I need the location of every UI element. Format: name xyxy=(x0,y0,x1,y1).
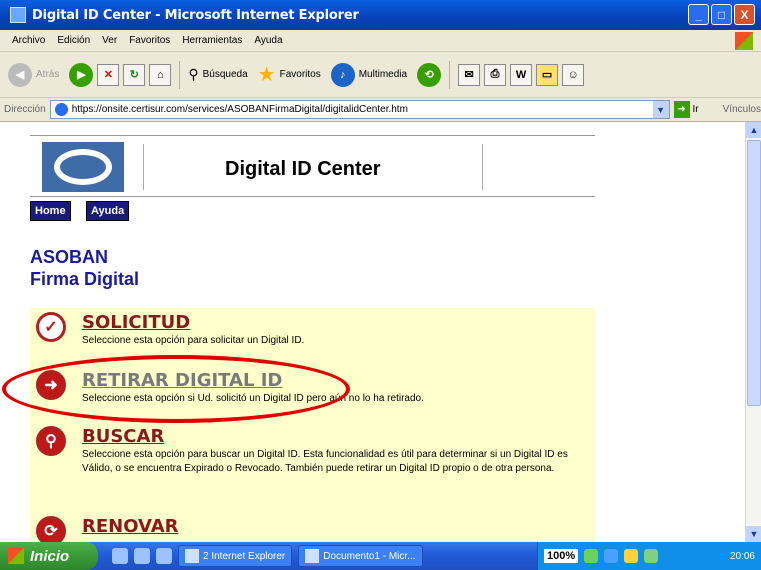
network-icon[interactable] xyxy=(584,549,599,563)
scroll-up-icon[interactable]: ▲ xyxy=(746,122,761,138)
toolbar: ◀ Atrás ▶ ✕ ↻ ⌂ ⚲ Búsqueda ★ Favoritos ♪… xyxy=(0,52,761,98)
option-buscar-link[interactable]: BUSCAR xyxy=(82,426,164,447)
url-value[interactable]: https://onsite.certisur.com/services/ASO… xyxy=(72,104,653,115)
security-icon[interactable] xyxy=(624,549,639,563)
vertical-scrollbar[interactable]: ▲ ▼ xyxy=(745,122,761,542)
page-title: Digital ID Center xyxy=(225,158,381,180)
menu-bar: Archivo Edición Ver Favoritos Herramient… xyxy=(0,30,761,52)
org-name: ASOBAN xyxy=(30,247,109,267)
option-renovar-link[interactable]: RENOVAR xyxy=(82,516,179,537)
checkmark-icon[interactable]: ✓ xyxy=(36,312,66,342)
taskbar-item-ie[interactable]: 2 Internet Explorer xyxy=(178,545,293,567)
taskbar: Inicio 2 Internet Explorer Documento1 - … xyxy=(0,542,761,570)
url-input[interactable]: https://onsite.certisur.com/services/ASO… xyxy=(49,100,670,119)
messenger-icon[interactable]: ☺ xyxy=(562,63,585,86)
stop-icon[interactable]: ✕ xyxy=(97,63,120,86)
toolbar-separator xyxy=(179,60,181,89)
highlight-ellipse xyxy=(2,355,350,423)
ie-task-icon xyxy=(185,549,199,563)
header-divider-right xyxy=(482,144,483,190)
discuss-icon[interactable]: ▭ xyxy=(536,63,559,86)
menu-ayuda[interactable]: Ayuda xyxy=(254,35,282,46)
chevron-down-icon[interactable]: ▼ xyxy=(652,101,669,118)
menu-edicion[interactable]: Edición xyxy=(57,35,90,46)
option-buscar-desc: Seleccione esta opción para buscar un Di… xyxy=(82,449,568,474)
nav-help-button[interactable]: Ayuda xyxy=(86,201,130,221)
page-icon xyxy=(54,103,68,116)
taskbar-item-word-label[interactable]: Documento1 - Micr... xyxy=(323,551,415,562)
renew-icon[interactable]: ⟳ xyxy=(36,516,66,542)
start-label[interactable]: Inicio xyxy=(30,548,69,565)
forward-arrow-icon[interactable]: ▶ xyxy=(69,62,94,87)
windows-logo-icon xyxy=(735,32,753,50)
refresh-icon[interactable]: ↻ xyxy=(123,63,146,86)
back-arrow-icon[interactable]: ◀ xyxy=(8,62,32,87)
history-icon[interactable]: ⟲ xyxy=(417,62,442,87)
minimize-button[interactable]: _ xyxy=(688,4,709,25)
org-subtitle: Firma Digital xyxy=(30,269,140,289)
address-label: Dirección xyxy=(4,104,46,115)
header-bottom-divider xyxy=(30,196,595,197)
magnifier-icon[interactable]: ⚲ xyxy=(36,426,66,456)
close-button[interactable]: X xyxy=(734,4,755,25)
multimedia-icon[interactable]: ♪ xyxy=(330,62,355,87)
title-bar: Digital ID Center - Microsoft Internet E… xyxy=(0,0,761,30)
windows-flag-icon xyxy=(8,548,24,564)
go-arrow-icon[interactable]: ➜ xyxy=(673,101,690,118)
window-controls: _ □ X xyxy=(688,4,755,25)
start-button[interactable]: Inicio xyxy=(0,542,98,570)
media-quicklaunch-icon[interactable] xyxy=(134,548,150,564)
edit-word-icon[interactable]: W xyxy=(510,63,533,86)
go-button-label[interactable]: Ir xyxy=(693,104,699,115)
scroll-thumb[interactable] xyxy=(747,140,761,406)
favorites-button-label[interactable]: Favoritos xyxy=(280,69,321,80)
address-bar: Dirección https://onsite.certisur.com/se… xyxy=(0,98,761,122)
option-solicitud-link[interactable]: SOLICITUD xyxy=(82,312,190,333)
organization-heading: ASOBAN Firma Digital xyxy=(30,246,139,290)
top-divider xyxy=(30,135,595,136)
system-tray: 100% 20:06 xyxy=(537,542,761,570)
favorites-star-icon[interactable]: ★ xyxy=(258,65,276,85)
page-content: Digital ID Center Home Ayuda ASOBAN Firm… xyxy=(0,122,745,542)
window-title: Digital ID Center - Microsoft Internet E… xyxy=(32,7,359,23)
back-button-label[interactable]: Atrás xyxy=(36,69,59,80)
menu-archivo[interactable]: Archivo xyxy=(12,35,45,46)
taskbar-item-ie-label[interactable]: 2 Internet Explorer xyxy=(203,551,285,562)
word-task-icon xyxy=(305,549,320,563)
toolbar-separator-2 xyxy=(449,60,451,89)
maximize-button[interactable]: □ xyxy=(711,4,732,25)
quick-launch xyxy=(112,548,172,564)
search-button-label[interactable]: Búsqueda xyxy=(203,69,248,80)
sync-icon[interactable] xyxy=(604,549,619,563)
home-icon[interactable]: ⌂ xyxy=(149,63,172,86)
options-panel: ✓ SOLICITUD Seleccione esta opción para … xyxy=(30,308,595,542)
zoom-level: 100% xyxy=(544,549,579,563)
multimedia-button-label[interactable]: Multimedia xyxy=(359,69,407,80)
clock: 20:06 xyxy=(729,550,755,562)
scroll-down-icon[interactable]: ▼ xyxy=(746,526,761,542)
ie-quicklaunch-icon[interactable] xyxy=(112,548,128,564)
nav-home-button[interactable]: Home xyxy=(30,201,71,221)
links-label[interactable]: Vínculos xyxy=(723,104,761,115)
ie-app-icon xyxy=(10,7,26,23)
mail-icon[interactable]: ✉ xyxy=(458,63,481,86)
option-solicitud-desc: Seleccione esta opción para solicitar un… xyxy=(82,335,305,346)
menu-favoritos[interactable]: Favoritos xyxy=(129,35,170,46)
ie2-quicklaunch-icon[interactable] xyxy=(156,548,172,564)
search-icon[interactable]: ⚲ xyxy=(188,66,198,83)
print-icon[interactable]: ⎙ xyxy=(484,63,507,86)
menu-ver[interactable]: Ver xyxy=(102,35,117,46)
taskbar-item-word[interactable]: Documento1 - Micr... xyxy=(298,545,423,567)
signal-icon[interactable] xyxy=(644,549,659,563)
header-divider-left xyxy=(143,144,144,190)
menu-herramientas[interactable]: Herramientas xyxy=(182,35,242,46)
company-logo xyxy=(42,142,124,192)
